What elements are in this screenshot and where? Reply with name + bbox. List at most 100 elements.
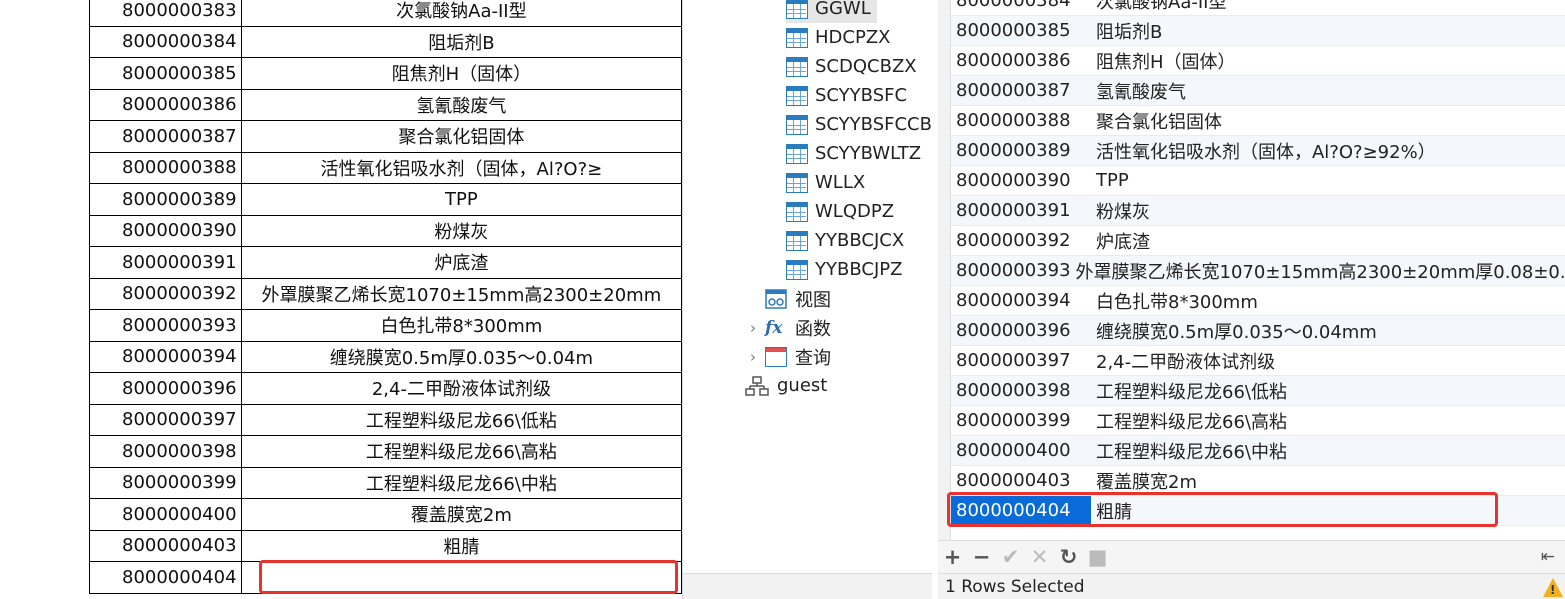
grid-cell-name[interactable]: 阻垢剂B: [1091, 16, 1162, 45]
sheet-cell-name[interactable]: 工程塑料级尼龙66\低粘: [240, 403, 682, 436]
grid-cell-name[interactable]: 外罩膜聚乙烯长宽1070±15mm高2300±20mm厚0.08±0.01: [1071, 256, 1565, 285]
grid-cell-name[interactable]: 次氯酸钠Aa-II型: [1091, 0, 1226, 15]
tree-item-table[interactable]: WLLX: [786, 168, 871, 197]
grid-cell-name[interactable]: 工程塑料级尼龙66\低粘: [1091, 376, 1287, 405]
tree-item-table[interactable]: YYBBCJPZ: [786, 255, 908, 284]
grid-cell-code[interactable]: 8000000392: [951, 226, 1091, 255]
grid-row[interactable]: 8000000387 氢氰酸废气: [951, 76, 1565, 106]
sheet-cell-code[interactable]: 8000000394: [89, 340, 242, 373]
grid-cell-code[interactable]: 8000000399: [951, 406, 1091, 435]
grid-cell-name[interactable]: 工程塑料级尼龙66\中粘: [1091, 436, 1287, 465]
grid-cell-code[interactable]: 8000000390: [951, 166, 1091, 195]
sheet-cell-name[interactable]: 氢氰酸废气: [240, 88, 682, 121]
grid-cell-code[interactable]: 8000000396: [951, 316, 1091, 345]
grid-cell-code[interactable]: 8000000388: [951, 106, 1091, 135]
apply-changes-button[interactable]: ✔: [996, 545, 1025, 569]
grid-cell-code[interactable]: 8000000393: [951, 256, 1071, 285]
grid-cell-code[interactable]: 8000000398: [951, 376, 1091, 405]
grid-row[interactable]: 8000000399 工程塑料级尼龙66\高粘: [951, 406, 1565, 436]
sheet-cell-name[interactable]: 聚合氯化铝固体: [240, 120, 682, 153]
refresh-button[interactable]: ↻: [1054, 545, 1083, 569]
sheet-cell-name[interactable]: 外罩膜聚乙烯长宽1070±15mm高2300±20mm: [240, 277, 682, 310]
sheet-cell-code[interactable]: 8000000399: [89, 466, 242, 499]
chevron-right-icon[interactable]: ›: [747, 319, 759, 337]
grid-row[interactable]: 8000000398 工程塑料级尼龙66\低粘: [951, 376, 1565, 406]
sheet-cell-code[interactable]: 8000000389: [89, 183, 242, 216]
grid-cell-code[interactable]: 8000000391: [951, 196, 1091, 225]
sheet-cell-name[interactable]: 白色扎带8*300mm: [240, 309, 682, 342]
sheet-cell-name[interactable]: TPP: [240, 183, 682, 216]
sheet-cell-name[interactable]: 阻焦剂H（固体）: [240, 57, 682, 90]
grid-cell-name[interactable]: 工程塑料级尼龙66\高粘: [1091, 406, 1287, 435]
discard-changes-button[interactable]: ✕: [1025, 545, 1054, 569]
grid-cell-name[interactable]: 白色扎带8*300mm: [1091, 286, 1258, 315]
grid-cell-code[interactable]: 8000000400: [951, 436, 1091, 465]
sheet-cell-code[interactable]: 8000000391: [89, 246, 242, 279]
stop-button[interactable]: ■: [1083, 545, 1112, 569]
sheet-cell-code[interactable]: 8000000397: [89, 403, 242, 436]
grid-cell-name[interactable]: 2,4-二甲酚液体试剂级: [1091, 346, 1275, 375]
sheet-cell-code[interactable]: 8000000383: [89, 0, 242, 27]
grid-cell-name[interactable]: 氢氰酸废气: [1091, 76, 1186, 105]
grid-cell-name[interactable]: 炉底渣: [1091, 226, 1150, 255]
grid-row[interactable]: 8000000385 阻垢剂B: [951, 16, 1565, 46]
grid-row[interactable]: 8000000400 工程塑料级尼龙66\中粘: [951, 436, 1565, 466]
grid-row[interactable]: 8000000386 阻焦剂H（固体）: [951, 46, 1565, 76]
tree-item-table[interactable]: HDCPZX: [786, 23, 896, 52]
sheet-cell-name[interactable]: 粗腈: [240, 529, 682, 562]
sheet-cell-code[interactable]: 8000000400: [89, 498, 242, 531]
chevron-right-icon[interactable]: ›: [747, 348, 759, 366]
sheet-cell-code[interactable]: 8000000398: [89, 435, 242, 468]
sheet-cell-code[interactable]: 8000000390: [89, 214, 242, 247]
grid-cell-code[interactable]: 8000000389: [951, 136, 1091, 165]
tree-item-table[interactable]: SCYYBWLTZ: [786, 139, 927, 168]
grid-cell-code[interactable]: 8000000385: [951, 16, 1091, 45]
sheet-cell-name[interactable]: 活性氧化铝吸水剂（固体，Al?O?≥: [240, 151, 682, 184]
grid-row[interactable]: 8000000384 次氯酸钠Aa-II型: [951, 0, 1565, 16]
sheet-cell-code[interactable]: 8000000404: [89, 561, 242, 594]
grid-row[interactable]: 8000000394 白色扎带8*300mm: [951, 286, 1565, 316]
grid-cell-name[interactable]: TPP: [1091, 166, 1129, 195]
sheet-cell-code[interactable]: 8000000393: [89, 309, 242, 342]
grid-row[interactable]: 8000000391 粉煤灰: [951, 196, 1565, 226]
tree-item-table[interactable]: SCYYBSFC: [786, 81, 913, 110]
grid-cell-name[interactable]: 粉煤灰: [1091, 196, 1150, 225]
grid-cell-code[interactable]: 8000000394: [951, 286, 1091, 315]
grid-cell-code[interactable]: 8000000387: [951, 76, 1091, 105]
sheet-cell-name[interactable]: 粉煤灰: [240, 214, 682, 247]
sheet-cell-code[interactable]: 8000000392: [89, 277, 242, 310]
grid-row[interactable]: 8000000389 活性氧化铝吸水剂（固体，Al?O?≥92%）: [951, 136, 1565, 166]
sheet-cell-name[interactable]: 工程塑料级尼龙66\中粘: [240, 466, 682, 499]
add-record-button[interactable]: +: [938, 545, 967, 569]
grid-row[interactable]: 8000000388 聚合氯化铝固体: [951, 106, 1565, 136]
grid-row[interactable]: 8000000393 外罩膜聚乙烯长宽1070±15mm高2300±20mm厚0.…: [951, 256, 1565, 286]
delete-record-button[interactable]: −: [967, 545, 996, 569]
sheet-cell-code[interactable]: 8000000396: [89, 372, 242, 405]
tree-item-queries[interactable]: › 查询: [747, 342, 831, 371]
sheet-cell-name[interactable]: 炉底渣: [240, 246, 682, 279]
sheet-cell-name[interactable]: 缠绕膜宽0.5m厚0.035～0.04m: [240, 340, 682, 373]
grid-cell-code[interactable]: 8000000386: [951, 46, 1091, 75]
sheet-cell-name[interactable]: 次氯酸钠Aa-II型: [240, 0, 682, 27]
first-record-button[interactable]: ⇤: [1541, 547, 1555, 567]
sheet-cell-name[interactable]: 阻垢剂B: [240, 25, 682, 58]
tree-item-functions[interactable]: › fx 函数: [747, 313, 831, 342]
grid-cell-name[interactable]: 聚合氯化铝固体: [1091, 106, 1222, 135]
sheet-cell-code[interactable]: 8000000386: [89, 88, 242, 121]
grid-cell-code[interactable]: 8000000403: [951, 466, 1091, 495]
tree-item-table[interactable]: GGWL: [786, 0, 877, 23]
grid-cell-code[interactable]: 8000000384: [951, 0, 1091, 15]
grid-row[interactable]: 8000000390 TPP: [951, 166, 1565, 196]
grid-cell-name[interactable]: 阻焦剂H（固体）: [1091, 46, 1236, 75]
sheet-cell-code[interactable]: 8000000387: [89, 120, 242, 153]
tree-item-table[interactable]: WLQDPZ: [786, 197, 900, 226]
grid-row[interactable]: 8000000396 缠绕膜宽0.5m厚0.035～0.04mm: [951, 316, 1565, 346]
grid-cell-name[interactable]: 覆盖膜宽2m: [1091, 466, 1197, 495]
sheet-cell-name[interactable]: 覆盖膜宽2m: [240, 498, 682, 531]
tree-item-table[interactable]: SCYYBSFCCB: [786, 110, 932, 139]
grid-cell-code[interactable]: 8000000397: [951, 346, 1091, 375]
tree-item-schema-guest[interactable]: guest: [745, 371, 827, 400]
sheet-cell-code[interactable]: 8000000384: [89, 25, 242, 58]
tree-item-table[interactable]: SCDQCBZX: [786, 52, 923, 81]
sheet-cell-code[interactable]: 8000000403: [89, 529, 242, 562]
